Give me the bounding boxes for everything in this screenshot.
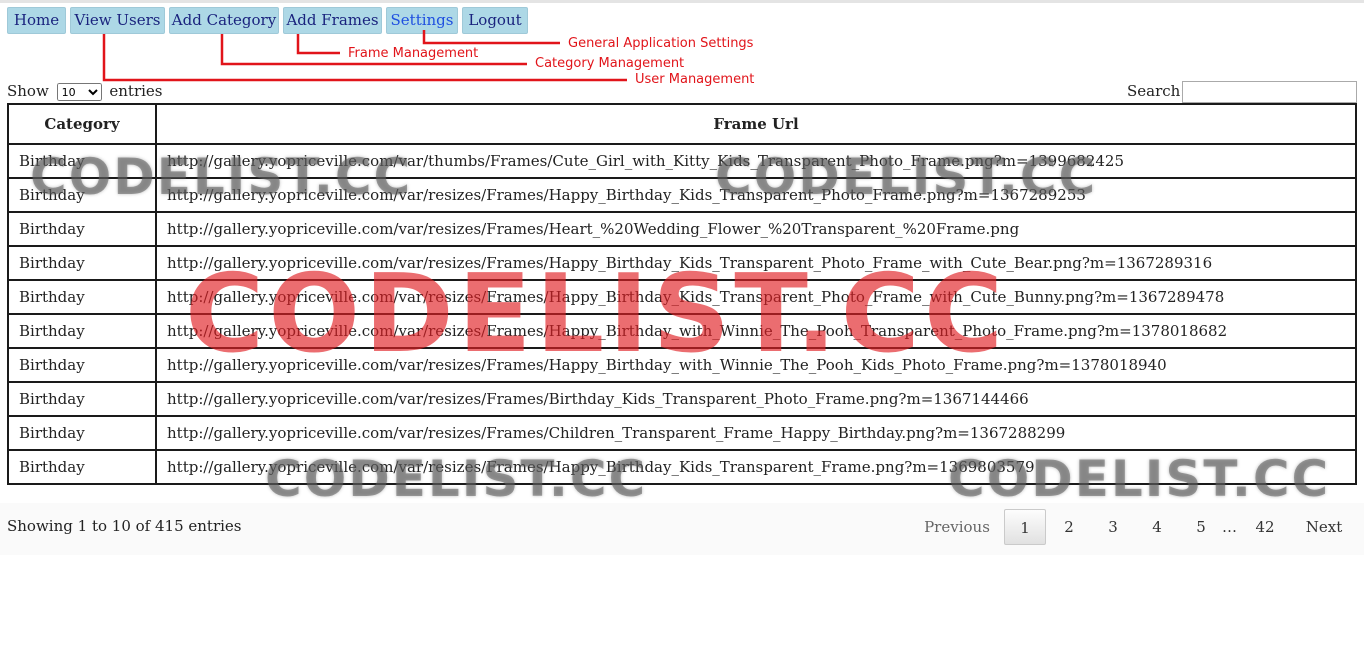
frame-url-cell: http://gallery.yopriceville.com/var/resi…	[155, 415, 1357, 451]
annotation-line-frames	[296, 34, 340, 55]
category-cell: Birthday	[7, 279, 157, 315]
table-row: Birthday http://gallery.yopriceville.com/…	[7, 245, 1357, 281]
show-entries: Show 10 entries	[7, 81, 162, 101]
nav-home-button[interactable]: Home	[7, 7, 66, 34]
table-row: Birthday http://gallery.yopriceville.com/…	[7, 279, 1357, 315]
column-header-category[interactable]: Category	[7, 103, 157, 145]
nav-add-category-button[interactable]: Add Category	[169, 7, 279, 34]
pagination-ellipsis: …	[1222, 518, 1237, 536]
frame-url-cell: http://gallery.yopriceville.com/var/resi…	[155, 279, 1357, 315]
category-cell: Birthday	[7, 211, 157, 247]
category-cell: Birthday	[7, 177, 157, 213]
frame-url-cell: http://gallery.yopriceville.com/var/resi…	[155, 313, 1357, 349]
nav-logout-button[interactable]: Logout	[462, 7, 528, 34]
frame-url-cell: http://gallery.yopriceville.com/var/resi…	[155, 177, 1357, 213]
frame-url-cell: http://gallery.yopriceville.com/var/thum…	[155, 143, 1357, 179]
page-button-3[interactable]: 3	[1098, 509, 1128, 545]
table-row: Birthday http://gallery.yopriceville.com/…	[7, 415, 1357, 451]
category-cell: Birthday	[7, 313, 157, 349]
next-page-button[interactable]: Next	[1300, 509, 1348, 545]
table-row: Birthday http://gallery.yopriceville.com/…	[7, 313, 1357, 349]
show-label: Show	[7, 82, 49, 100]
table-row: Birthday http://gallery.yopriceville.com/…	[7, 177, 1357, 213]
page-button-4[interactable]: 4	[1142, 509, 1172, 545]
nav-settings-button[interactable]: Settings	[386, 7, 458, 34]
search-input[interactable]	[1182, 81, 1357, 103]
table-row: Birthday http://gallery.yopriceville.com/…	[7, 381, 1357, 417]
category-cell: Birthday	[7, 381, 157, 417]
entries-per-page-select[interactable]: 10	[56, 83, 102, 101]
annotation-category: Category Management	[535, 56, 685, 71]
page-button-2[interactable]: 2	[1054, 509, 1084, 545]
annotation-users: User Management	[635, 72, 755, 87]
category-cell: Birthday	[7, 449, 157, 485]
nav-view-users-button[interactable]: View Users	[70, 7, 165, 34]
frame-url-cell: http://gallery.yopriceville.com/var/resi…	[155, 347, 1357, 383]
frames-table: Category Frame Url Birthday http://galler…	[7, 103, 1357, 485]
table-row: Birthday http://gallery.yopriceville.com/…	[7, 347, 1357, 383]
previous-page-button[interactable]: Previous	[922, 509, 992, 545]
nav-add-frames-button[interactable]: Add Frames	[283, 7, 382, 34]
search-label: Search:	[1127, 82, 1186, 100]
frame-url-cell: http://gallery.yopriceville.com/var/resi…	[155, 449, 1357, 485]
page-button-5[interactable]: 5	[1186, 509, 1216, 545]
category-cell: Birthday	[7, 347, 157, 383]
table-row: Birthday http://gallery.yopriceville.com/…	[7, 449, 1357, 485]
annotation-settings: General Application Settings	[568, 36, 754, 51]
page-button-42[interactable]: 42	[1248, 509, 1282, 545]
search-box: Search:	[1127, 81, 1357, 103]
frame-url-cell: http://gallery.yopriceville.com/var/resi…	[155, 381, 1357, 417]
category-cell: Birthday	[7, 143, 157, 179]
page-button-1[interactable]: 1	[1004, 509, 1046, 545]
table-row: Birthday http://gallery.yopriceville.com/…	[7, 143, 1357, 179]
table-header-row: Category Frame Url	[7, 103, 1357, 145]
pagination: Previous 1 2 3 4 5 … 42 Next	[0, 509, 1364, 545]
column-header-frame-url[interactable]: Frame Url	[155, 103, 1357, 145]
frame-url-cell: http://gallery.yopriceville.com/var/resi…	[155, 211, 1357, 247]
entries-label: entries	[109, 82, 163, 100]
annotation-frames: Frame Management	[348, 46, 479, 61]
frame-url-cell: http://gallery.yopriceville.com/var/resi…	[155, 245, 1357, 281]
table-row: Birthday http://gallery.yopriceville.com/…	[7, 211, 1357, 247]
category-cell: Birthday	[7, 245, 157, 281]
category-cell: Birthday	[7, 415, 157, 451]
top-border	[0, 0, 1364, 3]
